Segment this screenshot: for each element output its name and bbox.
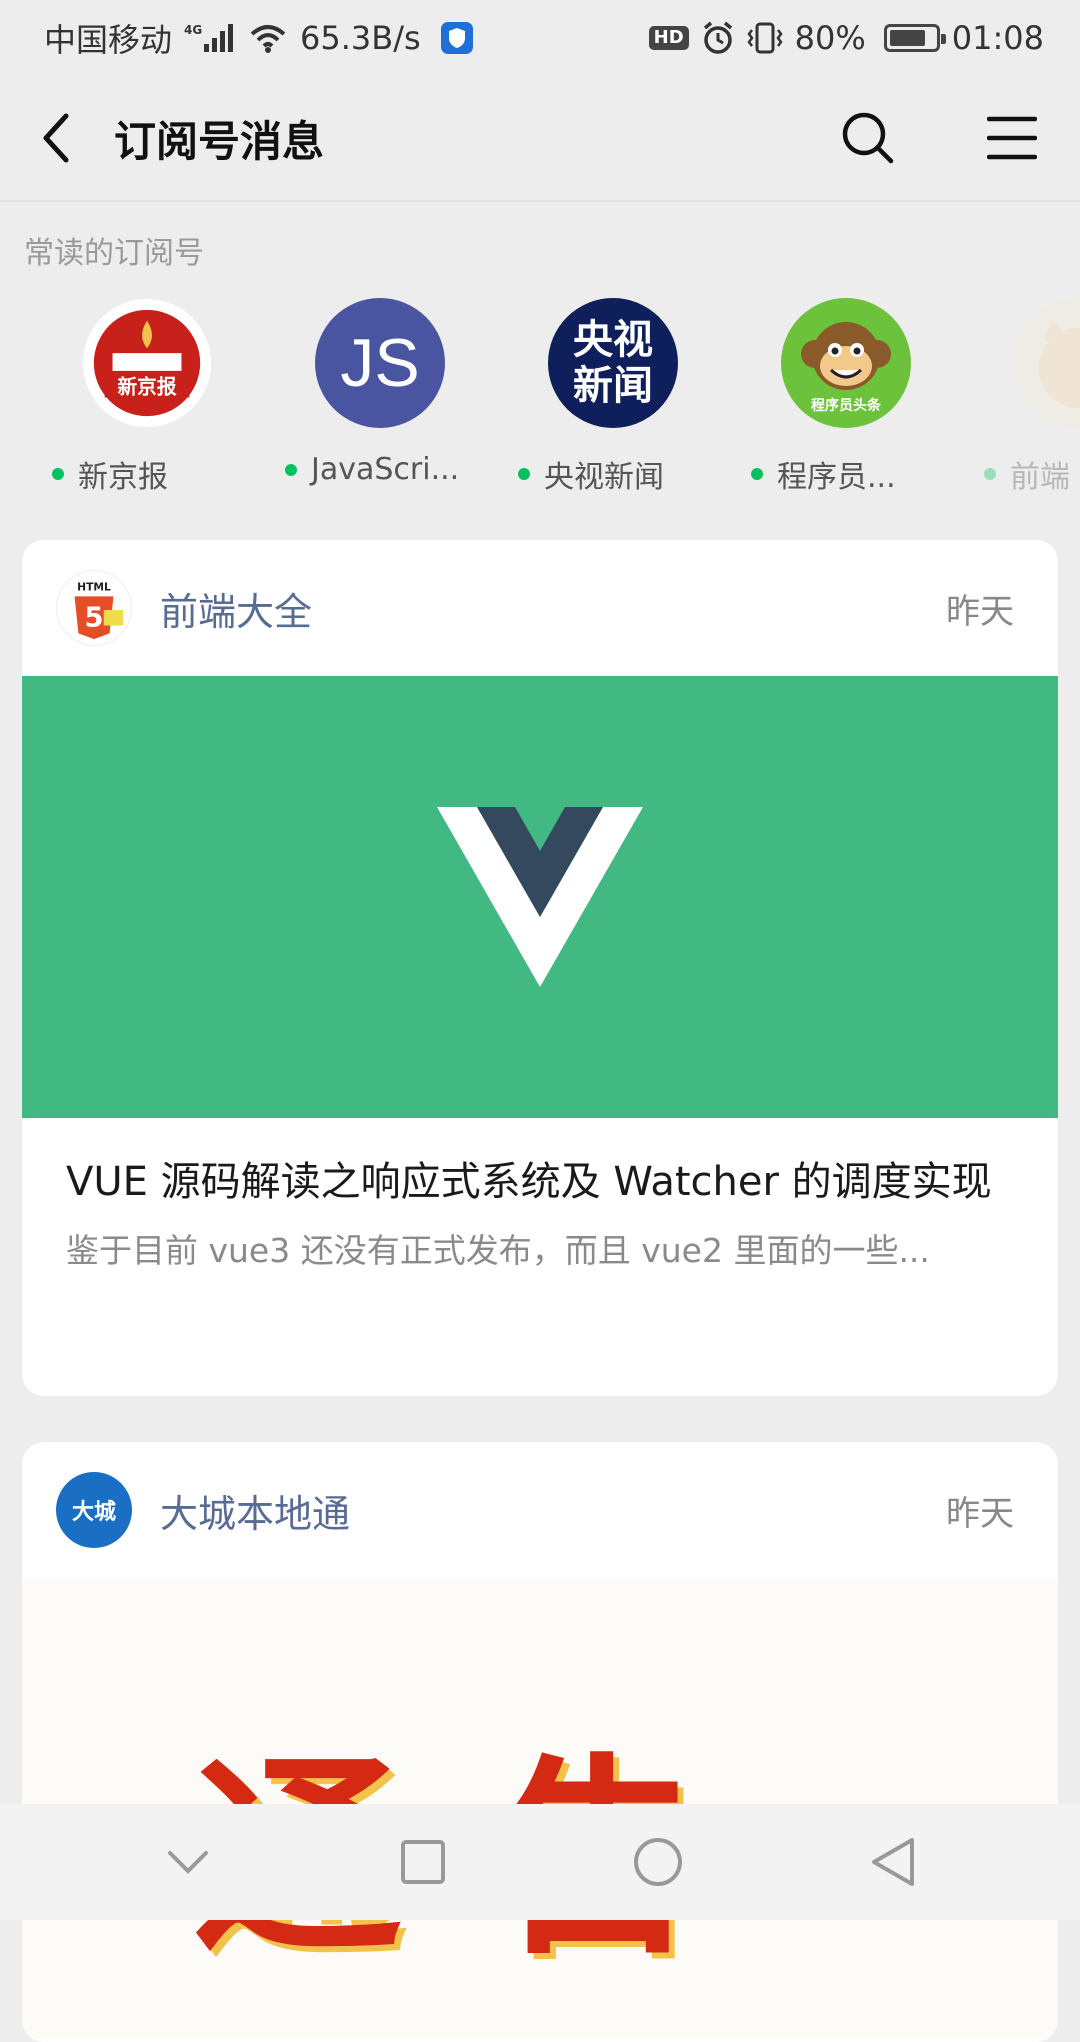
frequent-account-javascript[interactable]: JS JavaScri... [285,298,548,498]
avatar: JS [315,298,445,428]
network-speed: 65.3B/s [300,19,421,57]
unread-dot [984,468,996,480]
article-title[interactable]: VUE 源码解读之响应式系统及 Watcher 的调度实现 [22,1118,1058,1214]
nav-bar: 订阅号消息 [0,76,1080,200]
menu-icon [987,116,1037,160]
svg-text:新京报: 新京报 [117,376,176,399]
chevron-down-icon [167,1851,208,1874]
js-logo: JS [340,325,420,401]
alarm-icon [701,21,735,55]
search-icon [842,112,894,164]
svg-text:4G: 4G [184,23,202,37]
recents-button[interactable] [378,1817,468,1907]
vue-logo [437,807,643,987]
collapse-button[interactable] [143,1817,233,1907]
system-nav-bar [0,1804,1080,1920]
shield-icon [440,22,473,54]
back-button[interactable] [28,98,84,178]
square-icon [400,1840,445,1884]
frequent-account-name: 新京报 [78,460,168,495]
frequent-accounts-row[interactable]: 新京报 新京报 JS JavaScri... 央视新闻 央视新闻 程序员头条 程… [0,298,1080,498]
avatar: 央视新闻 [548,298,678,428]
frequent-account-name: 程序员... [777,460,896,495]
clock: 01:08 [951,19,1044,57]
avatar: 程序员头条 [781,298,911,428]
hd-badge: HD [648,26,689,50]
home-button[interactable] [613,1817,703,1907]
frequent-account-xinjingbao[interactable]: 新京报 新京报 [52,298,315,498]
unread-dot [518,468,530,480]
triangle-back-icon [871,1838,914,1886]
page-title: 订阅号消息 [114,116,325,166]
svg-text:5: 5 [85,603,104,634]
menu-button[interactable] [972,98,1052,178]
dacheng-logo: 大城 [71,1500,116,1525]
html5-logo: HTML 5 [74,580,124,640]
account-avatar[interactable]: 大城 [56,1472,132,1548]
post-time: 昨天 [946,1493,1014,1534]
avatar: 新京报 [82,298,212,428]
account-name[interactable]: 大城本地通 [160,1483,946,1538]
back-system-button[interactable] [848,1817,938,1907]
xinjingbao-logo: 新京报 [93,309,201,417]
nav-divider [0,200,1080,202]
cat-logo [1039,320,1080,408]
card-header[interactable]: HTML 5 前端大全 昨天 [22,540,1058,676]
article-card[interactable]: 大城 大城本地通 昨天 通告 [22,1442,1058,2042]
circle-icon [633,1838,682,1886]
post-time: 昨天 [946,591,1014,632]
signal-icon: 4G [184,22,236,54]
battery-icon [883,24,946,52]
frequent-account-name: 前端 [1010,460,1070,495]
unread-dot [52,468,64,480]
article-card[interactable]: HTML 5 前端大全 昨天 VUE 源码解读之响应式系统及 Watcher 的… [22,540,1058,1396]
battery-percent: 80% [794,19,866,57]
cctv-logo: 央视新闻 [573,317,653,409]
frequent-account-frontend[interactable]: 前端 [984,298,1080,498]
search-button[interactable] [828,98,908,178]
monkey-logo: 程序员头条 [801,322,891,414]
frequent-account-name: 央视新闻 [544,460,664,495]
frequent-account-programmer[interactable]: 程序员头条 程序员... [751,298,1014,498]
svg-text:程序员头条: 程序员头条 [811,397,882,414]
vibrate-icon [747,21,783,55]
account-avatar[interactable]: HTML 5 [56,570,132,646]
unread-dot [751,468,763,480]
avatar [1014,298,1080,428]
chevron-left-icon [43,113,69,163]
status-bar: 中国移动 4G 65.3B/s HD 80% 01:08 [0,0,1080,76]
article-cover-image[interactable] [22,676,1058,1118]
battery-fill [889,30,925,46]
card-header[interactable]: 大城 大城本地通 昨天 [22,1442,1058,1578]
frequent-account-name: JavaScri... [311,452,460,487]
unread-dot [285,463,297,476]
svg-text:HTML: HTML [77,580,111,593]
account-name[interactable]: 前端大全 [160,581,946,636]
carrier-label: 中国移动 [44,21,173,59]
wifi-icon [248,22,288,54]
frequent-section-label: 常读的订阅号 [24,236,204,271]
frequent-account-cctv-news[interactable]: 央视新闻 央视新闻 [518,298,781,498]
article-summary[interactable]: 鉴于目前 vue3 还没有正式发布，而且 vue2 里面的一些... [22,1214,1058,1272]
